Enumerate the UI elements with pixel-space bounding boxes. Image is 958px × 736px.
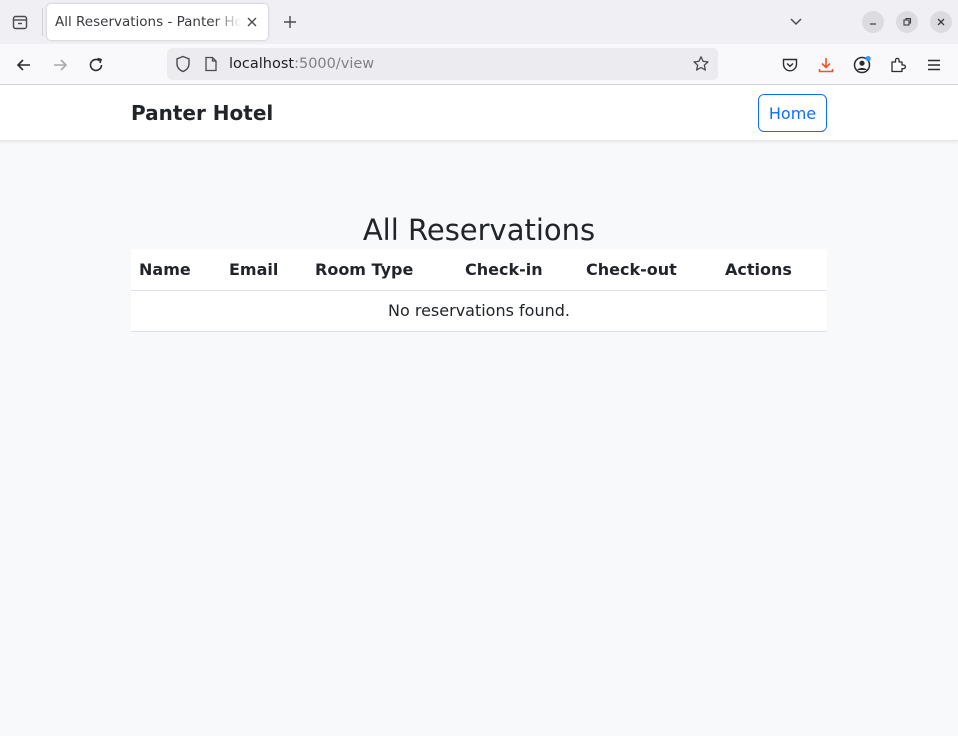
- site-navbar: Panter Hotel Home: [0, 85, 958, 141]
- browser-toolbar: localhost:5000/view: [0, 44, 958, 85]
- table-header-row: Name Email Room Type Check-in Check-out …: [131, 249, 827, 291]
- tab-separator: [42, 8, 43, 36]
- restore-window-icon[interactable]: [896, 11, 918, 33]
- tab-title: All Reservations - Panter Hotel: [55, 14, 241, 30]
- site-brand[interactable]: Panter Hotel: [131, 100, 273, 126]
- page-title: All Reservations: [362, 213, 596, 248]
- new-tab-icon[interactable]: [279, 11, 301, 33]
- empty-table-message: No reservations found.: [131, 290, 827, 332]
- browser-tab-active[interactable]: All Reservations - Panter Hotel: [47, 4, 268, 40]
- reload-icon[interactable]: [84, 53, 108, 77]
- table-row: No reservations found.: [131, 290, 827, 332]
- close-tab-icon[interactable]: [244, 14, 260, 30]
- extensions-puzzle-icon[interactable]: [886, 53, 910, 77]
- home-button[interactable]: Home: [758, 94, 827, 132]
- pocket-icon[interactable]: [778, 53, 802, 77]
- column-header-check-out: Check-out: [578, 249, 717, 291]
- tab-list-icon[interactable]: [8, 10, 32, 34]
- reservations-table: Name Email Room Type Check-in Check-out …: [131, 249, 827, 332]
- address-bar[interactable]: localhost:5000/view: [167, 48, 718, 80]
- account-icon[interactable]: [850, 53, 874, 77]
- column-header-email: Email: [221, 249, 307, 291]
- shield-icon[interactable]: [171, 52, 195, 76]
- close-window-icon[interactable]: [930, 11, 952, 33]
- url-text[interactable]: localhost:5000/view: [229, 54, 374, 74]
- url-host: localhost: [229, 56, 295, 72]
- column-header-check-in: Check-in: [457, 249, 578, 291]
- browser-tabstrip: All Reservations - Panter Hotel: [0, 0, 958, 44]
- hamburger-menu-icon[interactable]: [922, 53, 946, 77]
- minimize-window-icon[interactable]: [862, 11, 884, 33]
- page-info-icon[interactable]: [199, 52, 223, 76]
- chevron-down-icon[interactable]: [786, 11, 806, 31]
- column-header-actions: Actions: [717, 249, 827, 291]
- column-header-room-type: Room Type: [307, 249, 457, 291]
- bookmark-star-icon[interactable]: [689, 52, 713, 76]
- url-path: :5000/view: [294, 56, 375, 72]
- back-arrow-icon[interactable]: [12, 53, 36, 77]
- download-icon[interactable]: [814, 53, 838, 77]
- forward-arrow-icon[interactable]: [48, 53, 72, 77]
- column-header-name: Name: [131, 249, 221, 291]
